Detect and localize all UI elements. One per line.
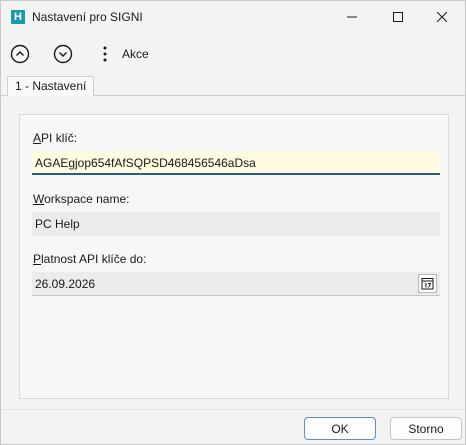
actions-menu-button[interactable]	[95, 43, 115, 65]
calendar-icon	[421, 278, 434, 290]
ok-button[interactable]: OK	[304, 417, 376, 440]
workspace-name-field[interactable]: PC Help	[32, 212, 440, 236]
api-key-input[interactable]: AGAEgjop654fAfSQPSD468456546aDsa	[32, 151, 440, 175]
minimize-button[interactable]	[329, 1, 375, 33]
api-key-label-accesskey: A	[33, 131, 42, 145]
actions-menu-label[interactable]: Akce	[122, 47, 149, 61]
title-bar[interactable]: H Nastavení pro SIGNI	[1, 1, 465, 33]
app-logo-icon: H	[11, 10, 25, 24]
maximize-button[interactable]	[375, 1, 421, 33]
previous-record-button[interactable]	[9, 43, 31, 65]
validity-date-value: 26.09.2026	[35, 277, 96, 291]
tab-bar: 1 - Nastavení	[1, 74, 465, 97]
toolbar: Akce	[1, 35, 465, 73]
chevron-down-circle-icon	[53, 44, 73, 64]
kebab-icon	[103, 46, 107, 62]
dialog-window: H Nastavení pro SIGNI Akce 1 - Nastavení…	[0, 0, 466, 445]
validity-date-field[interactable]: 26.09.2026	[32, 272, 440, 296]
validity-label-accesskey: P	[33, 252, 42, 266]
api-key-label-text: PI klíč:	[41, 131, 78, 145]
chevron-up-circle-icon	[10, 44, 30, 64]
close-icon	[437, 12, 447, 22]
footer-divider	[1, 409, 465, 410]
settings-panel: API klíč: AGAEgjop654fAfSQPSD468456546aD…	[19, 114, 449, 399]
window-title: Nastavení pro SIGNI	[32, 10, 143, 24]
calendar-button[interactable]	[418, 274, 437, 293]
workspace-name-label: Workspace name:	[33, 192, 130, 206]
workspace-label-accesskey: W	[33, 192, 45, 206]
validity-label-text: latnost API klíče do:	[41, 252, 147, 266]
api-key-label: API klíč:	[33, 131, 77, 145]
tab-settings[interactable]: 1 - Nastavení	[7, 76, 95, 97]
close-button[interactable]	[419, 1, 465, 33]
workspace-label-text: orkspace name:	[44, 192, 130, 206]
minimize-icon	[347, 16, 357, 18]
next-record-button[interactable]	[52, 43, 74, 65]
maximize-icon	[393, 12, 403, 22]
cancel-button[interactable]: Storno	[390, 417, 462, 440]
validity-date-label: Platnost API klíče do:	[33, 252, 146, 266]
